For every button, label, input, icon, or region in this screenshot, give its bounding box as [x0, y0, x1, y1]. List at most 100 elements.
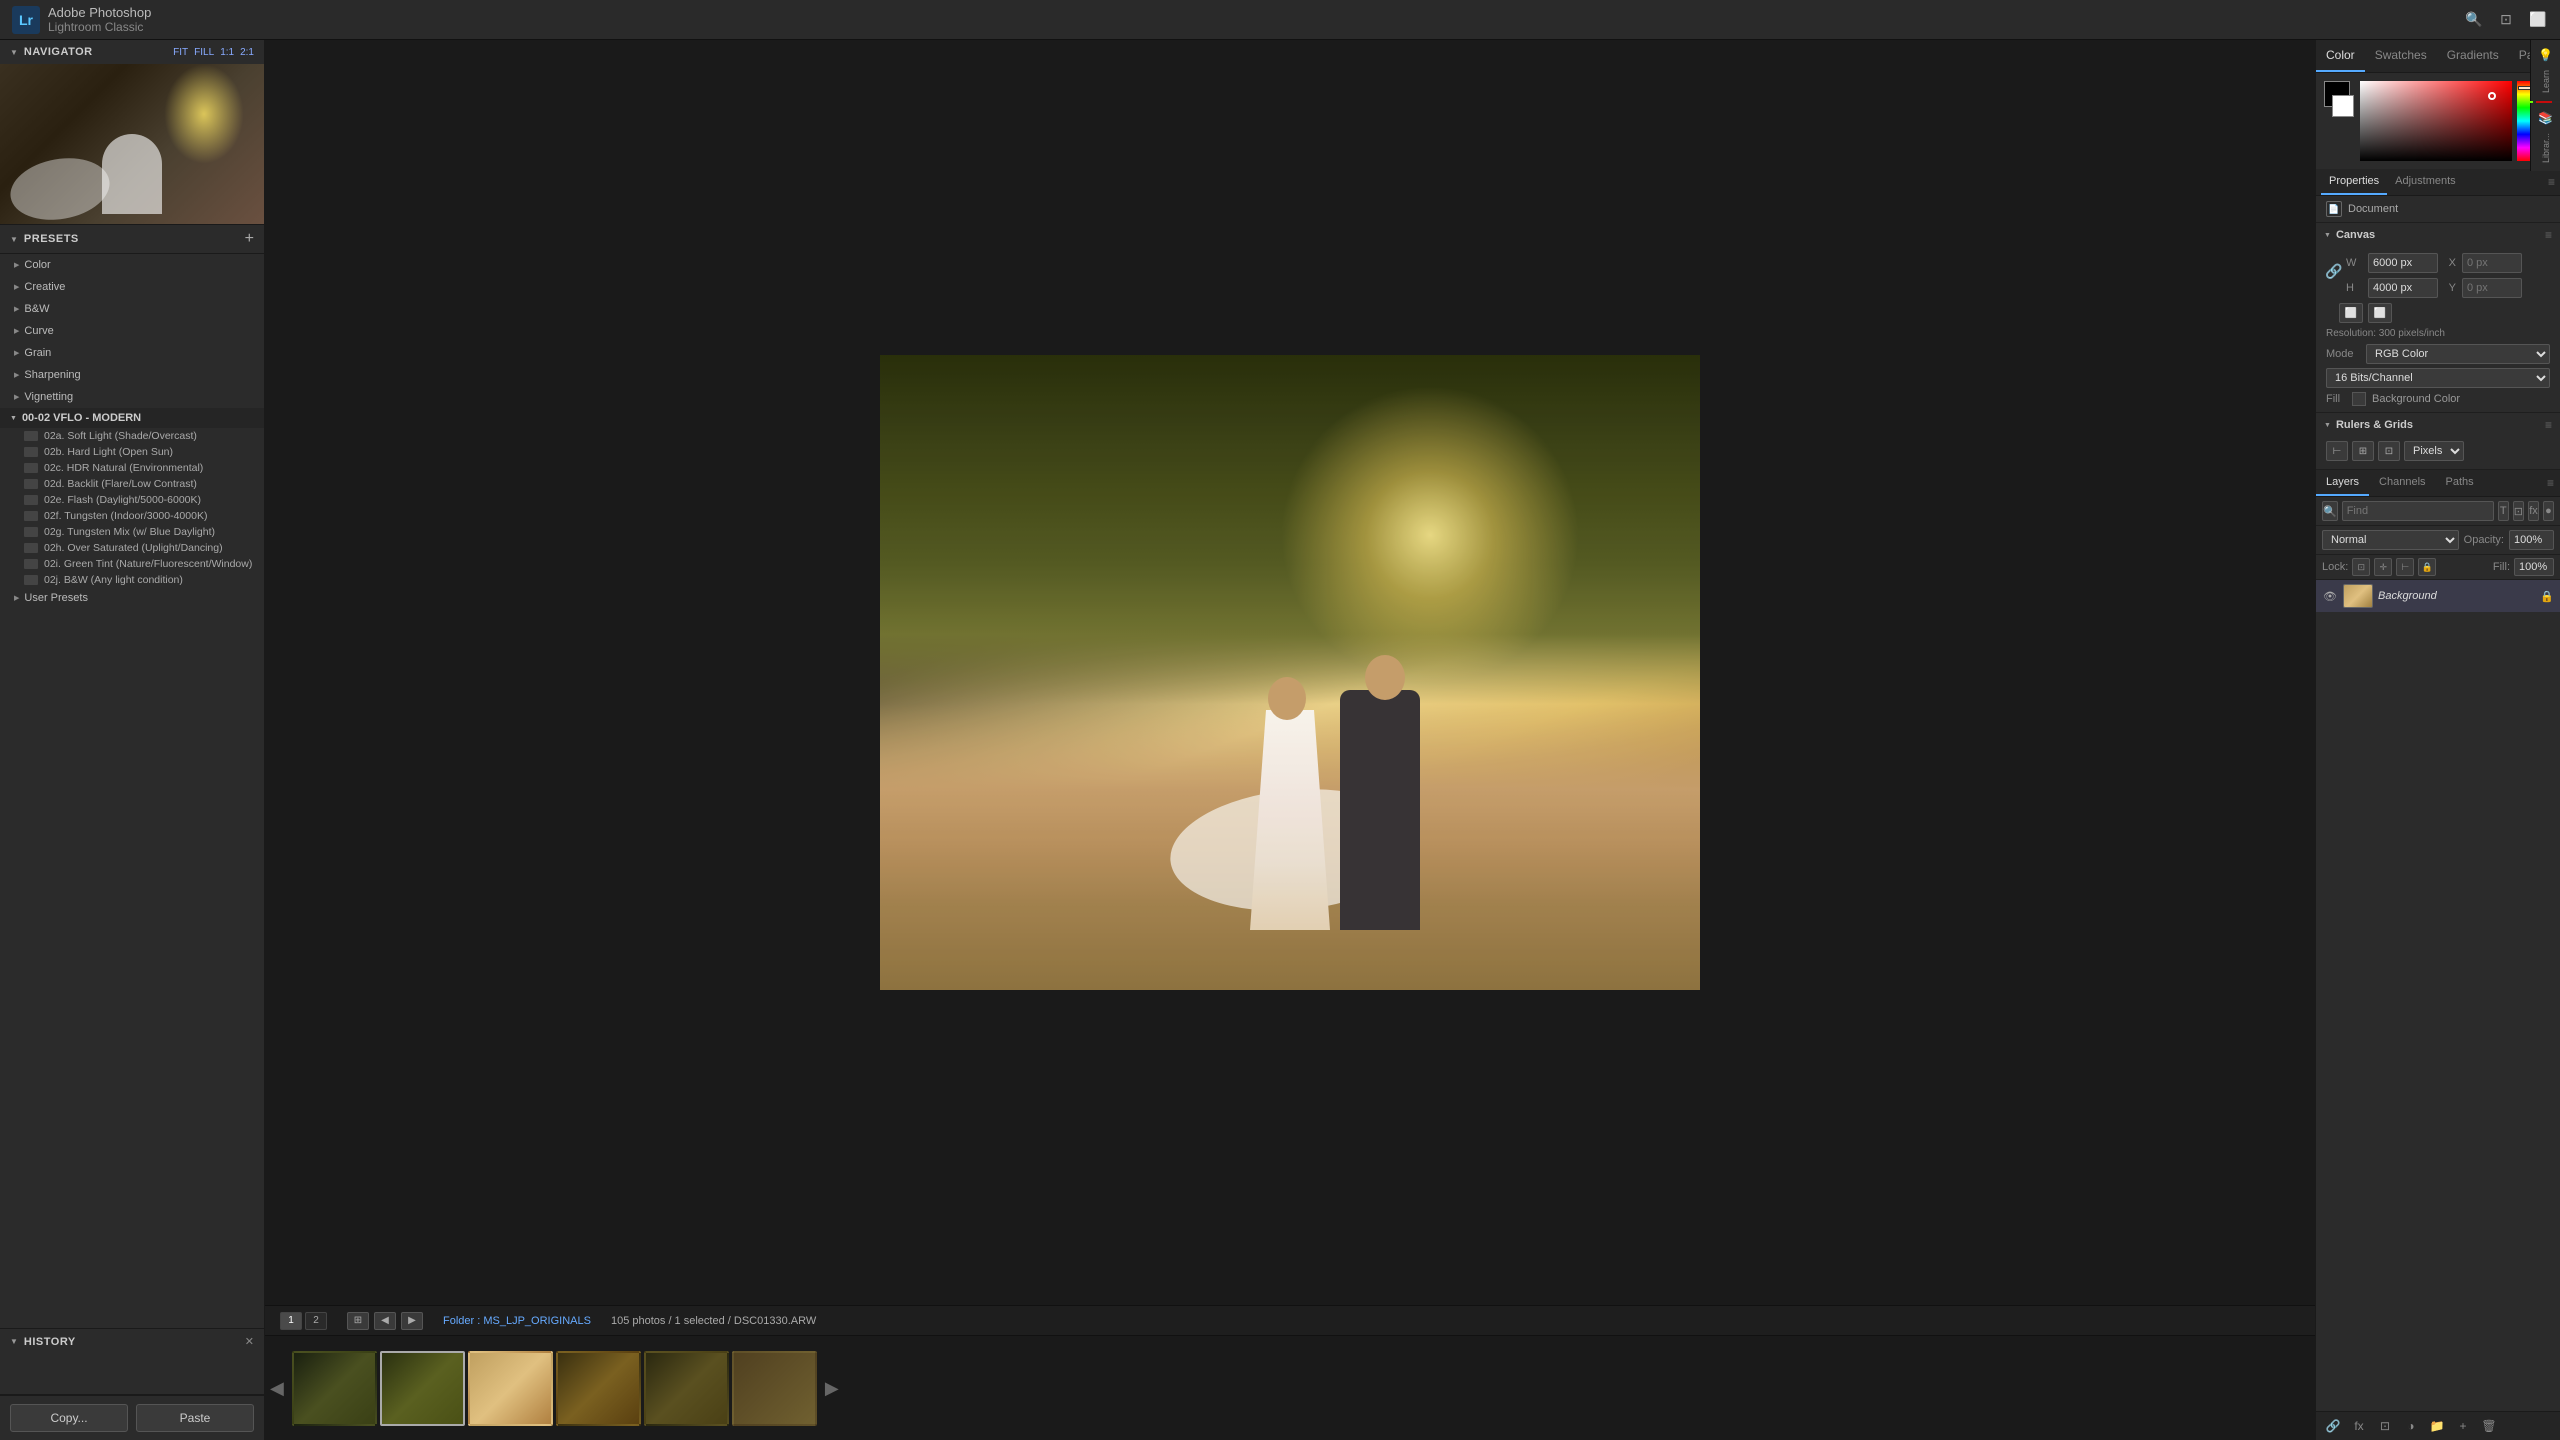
canvas-width-input[interactable] [2368, 253, 2438, 273]
layer-group-btn[interactable]: 📁 [2426, 1417, 2448, 1435]
maximize-icon[interactable]: ⬜ [2528, 10, 2548, 30]
nav-next-btn[interactable]: ▶ [401, 1312, 423, 1330]
layer-link-btn[interactable]: 🔗 [2322, 1417, 2344, 1435]
tab-channels[interactable]: Channels [2369, 470, 2435, 496]
history-header[interactable]: ▼ History ✕ [0, 1329, 264, 1354]
layers-type-icon[interactable]: T [2498, 501, 2509, 521]
history-close-btn[interactable]: ✕ [245, 1335, 254, 1348]
vflo-item-6[interactable]: 02g. Tungsten Mix (w/ Blue Daylight) [0, 524, 264, 540]
filmstrip-thumb-6[interactable] [732, 1351, 817, 1426]
lock-artboard-btn[interactable]: ⊢ [2396, 558, 2414, 576]
copy-button[interactable]: Copy... [10, 1404, 128, 1432]
tab-paths[interactable]: Paths [2436, 470, 2484, 496]
user-presets-header[interactable]: ▶ User Presets [0, 588, 264, 608]
canvas-x-input[interactable] [2462, 253, 2522, 273]
filmstrip-next-btn[interactable]: ▶ [825, 1378, 839, 1399]
tab-properties[interactable]: Properties [2321, 169, 2387, 195]
layer-visibility-eye[interactable]: 👁 [2322, 588, 2338, 604]
link-icon[interactable]: 🔗 [2326, 253, 2342, 289]
layer-adjustment-btn[interactable]: ◑ [2400, 1417, 2422, 1435]
rulers-header[interactable]: ▼ Rulers & Grids ≡ [2316, 413, 2560, 437]
vflo-item-4[interactable]: 02e. Flash (Daylight/5000-6000K) [0, 492, 264, 508]
view-btn-1[interactable]: 1 [280, 1312, 302, 1330]
layer-row-background[interactable]: 👁 Background 🔒 [2316, 580, 2560, 612]
mode-select[interactable]: RGB Color [2366, 344, 2550, 364]
vflo-item-1[interactable]: 02b. Hard Light (Open Sun) [0, 444, 264, 460]
preset-group-sharpening-header[interactable]: ▶ Sharpening [0, 366, 264, 384]
ruler-grid-btn[interactable]: ⊞ [2352, 441, 2374, 461]
fill-checkbox[interactable] [2352, 392, 2366, 406]
color-gradient[interactable] [2360, 81, 2512, 161]
background-swatch[interactable] [2332, 95, 2354, 117]
zoom-fill-btn[interactable]: FILL [194, 47, 214, 58]
tab-color[interactable]: Color [2316, 40, 2365, 72]
vflo-item-2[interactable]: 02c. HDR Natural (Environmental) [0, 460, 264, 476]
layers-search-input[interactable] [2342, 501, 2494, 521]
blend-mode-select[interactable]: Normal [2322, 530, 2459, 550]
lock-all-btn[interactable]: 🔒 [2418, 558, 2436, 576]
opacity-input[interactable] [2509, 530, 2554, 550]
filmstrip-prev-btn[interactable]: ◀ [270, 1378, 284, 1399]
layers-size-icon[interactable]: ⊡ [2513, 501, 2524, 521]
side-btn-learn[interactable]: 💡 Learn [2530, 40, 2560, 101]
layers-color-filter-icon[interactable]: ● [2543, 501, 2554, 521]
fill-opacity-input[interactable] [2514, 558, 2554, 576]
canvas-height-input[interactable] [2368, 278, 2438, 298]
tab-adjustments[interactable]: Adjustments [2387, 169, 2464, 195]
layers-fx-icon[interactable]: fx [2528, 501, 2539, 521]
props-menu-icon[interactable]: ≡ [2548, 175, 2555, 189]
layer-delete-btn[interactable]: 🗑 [2478, 1417, 2500, 1435]
nav-prev-btn[interactable]: ◀ [374, 1312, 396, 1330]
vignetting-group-label: Vignetting [24, 391, 73, 403]
zoom-1to1-btn[interactable]: 1:1 [220, 47, 234, 58]
canvas-y-input[interactable] [2462, 278, 2522, 298]
vflo-item-0[interactable]: 02a. Soft Light (Shade/Overcast) [0, 428, 264, 444]
view-btn-2[interactable]: 2 [305, 1312, 327, 1330]
layers-menu-icon[interactable]: ≡ [2547, 476, 2554, 490]
canvas-header[interactable]: ▼ Canvas ≡ [2316, 223, 2560, 247]
filmstrip-thumb-4[interactable] [556, 1351, 641, 1426]
canvas-portrait-btn[interactable]: ⬜ [2339, 303, 2363, 323]
canvas-menu-icon[interactable]: ≡ [2545, 228, 2552, 242]
vflo-group-header[interactable]: ▼ 00-02 VFLO - MODERN [0, 408, 264, 428]
vflo-item-3[interactable]: 02d. Backlit (Flare/Low Contrast) [0, 476, 264, 492]
preset-group-color-header[interactable]: ▶ Color [0, 256, 264, 274]
filmstrip-thumb-5[interactable] [644, 1351, 729, 1426]
bits-select[interactable]: 16 Bits/Channel [2326, 368, 2550, 388]
nav-grid-btn[interactable]: ⊞ [347, 1312, 369, 1330]
ruler-h-btn[interactable]: ⊢ [2326, 441, 2348, 461]
lock-move-btn[interactable]: ✛ [2374, 558, 2392, 576]
layers-filter-icon[interactable]: 🔍 [2322, 501, 2338, 521]
side-btn-libraries[interactable]: 📚 Librar... [2530, 103, 2560, 171]
lock-px-btn[interactable]: ⊡ [2352, 558, 2370, 576]
filmstrip-thumb-1[interactable] [292, 1351, 377, 1426]
preset-group-vignetting-header[interactable]: ▶ Vignetting [0, 388, 264, 406]
vflo-item-5[interactable]: 02f. Tungsten (Indoor/3000-4000K) [0, 508, 264, 524]
tab-swatches[interactable]: Swatches [2365, 40, 2437, 72]
ruler-snap-btn[interactable]: ⊡ [2378, 441, 2400, 461]
rulers-menu-icon[interactable]: ≡ [2545, 418, 2552, 432]
window-icon[interactable]: ⊡ [2496, 10, 2516, 30]
navigator-header[interactable]: ▼ Navigator FIT FILL 1:1 2:1 [0, 40, 264, 64]
layer-mask-btn[interactable]: ⊡ [2374, 1417, 2396, 1435]
filmstrip-thumb-3[interactable] [468, 1351, 553, 1426]
search-icon[interactable]: 🔍 [2464, 10, 2484, 30]
preset-group-curve-header[interactable]: ▶ Curve [0, 322, 264, 340]
ruler-units-select[interactable]: Pixels [2404, 441, 2464, 461]
canvas-landscape-btn[interactable]: ⬜ [2368, 303, 2392, 323]
layer-new-btn[interactable]: + [2452, 1417, 2474, 1435]
zoom-2to1-btn[interactable]: 2:1 [240, 47, 254, 58]
vflo-item-7[interactable]: 02h. Over Saturated (Uplight/Dancing) [0, 540, 264, 556]
tab-layers[interactable]: Layers [2316, 470, 2369, 496]
filmstrip-thumb-2[interactable] [380, 1351, 465, 1426]
presets-add-btn[interactable]: + [245, 231, 254, 247]
tab-gradients[interactable]: Gradients [2437, 40, 2509, 72]
paste-button[interactable]: Paste [136, 1404, 254, 1432]
layer-fx-btn[interactable]: fx [2348, 1417, 2370, 1435]
zoom-fit-btn[interactable]: FIT [173, 47, 188, 58]
preset-group-grain-header[interactable]: ▶ Grain [0, 344, 264, 362]
preset-group-bw-header[interactable]: ▶ B&W [0, 300, 264, 318]
vflo-item-9[interactable]: 02j. B&W (Any light condition) [0, 572, 264, 588]
vflo-item-8[interactable]: 02i. Green Tint (Nature/Fluorescent/Wind… [0, 556, 264, 572]
preset-group-creative-header[interactable]: ▶ Creative [0, 278, 264, 296]
